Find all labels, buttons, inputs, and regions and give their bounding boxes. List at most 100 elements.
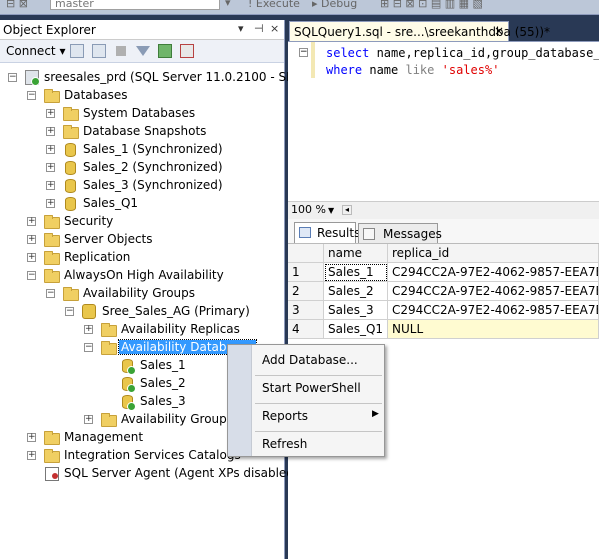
expand-icon[interactable]: + — [46, 109, 55, 118]
collapse-icon[interactable]: − — [46, 289, 55, 298]
tree-node-server[interactable]: − sreesales_prd (SQL Server 11.0.2100 - … — [0, 69, 325, 87]
expand-icon[interactable]: + — [27, 433, 36, 442]
expand-icon[interactable]: + — [46, 181, 55, 190]
expand-icon[interactable]: + — [84, 415, 93, 424]
expand-icon[interactable]: + — [27, 235, 36, 244]
execute-button[interactable]: ! Execute — [248, 0, 300, 10]
zoom-dropdown-icon[interactable]: ▼ — [328, 206, 334, 215]
editor-margin — [288, 42, 310, 202]
expand-icon[interactable]: + — [27, 217, 36, 226]
tab-sqlquery1[interactable]: SQLQuery1.sql - sre...\sreekanthdba (55)… — [289, 21, 550, 41]
activity-monitor-icon[interactable] — [180, 44, 194, 58]
tree-node-databases[interactable]: − Databases — [0, 87, 284, 105]
tree-node-system-databases[interactable]: + System Databases — [0, 105, 284, 123]
tab-messages[interactable]: Messages — [358, 223, 442, 243]
collapse-icon[interactable]: − — [65, 307, 74, 316]
expand-icon[interactable]: + — [46, 199, 55, 208]
folder-icon — [101, 413, 117, 427]
folder-icon — [44, 89, 60, 103]
cell-replica-id[interactable]: C294CC2A-97E2-4062-9857-EEA7EF32016 — [388, 263, 599, 282]
folder-icon — [44, 251, 60, 265]
connect-icon[interactable] — [70, 44, 84, 58]
pin-icon[interactable]: ⊣ — [254, 22, 264, 35]
keyword-select: select — [326, 46, 370, 60]
row-number[interactable]: 3 — [288, 301, 324, 320]
database-selector[interactable]: master — [50, 0, 220, 10]
expand-icon[interactable]: + — [46, 127, 55, 136]
server-icon — [25, 70, 40, 86]
cell-name[interactable]: Sales_1 — [324, 263, 388, 282]
menu-item-refresh[interactable]: Refresh — [251, 433, 384, 455]
collapse-icon[interactable]: − — [27, 91, 36, 100]
expand-icon[interactable]: + — [27, 451, 36, 460]
tab-title: SQLQuery1.sql - sre...\sreekanthdba (55)… — [294, 25, 551, 39]
cell-name[interactable]: Sales_3 — [324, 301, 388, 320]
dropdown-arrow-icon[interactable]: ▾ — [225, 0, 231, 9]
keyword-where: where — [326, 63, 363, 77]
tree-node-availability-groups[interactable]: − Availability Groups — [0, 285, 284, 303]
collapse-icon[interactable]: − — [84, 343, 93, 352]
connect-button[interactable]: Connect ▾ — [6, 44, 65, 58]
tree-node-sales-1[interactable]: + Sales_1 (Synchronized) — [0, 141, 284, 159]
tree-node-server-objects[interactable]: + Server Objects — [0, 231, 284, 249]
tree-node-alwayson[interactable]: − AlwaysOn High Availability — [0, 267, 284, 285]
expand-icon[interactable]: + — [84, 325, 93, 334]
collapse-icon[interactable]: − — [8, 73, 17, 82]
folder-icon — [63, 125, 79, 139]
tree-node-security[interactable]: + Security — [0, 213, 284, 231]
debug-button[interactable]: ▸ Debug — [312, 0, 357, 10]
menu-item-label: Reports — [262, 409, 309, 423]
tree-node-sales-2[interactable]: + Sales_2 (Synchronized) — [0, 159, 284, 177]
stop-icon[interactable] — [116, 46, 126, 56]
close-tab-icon[interactable]: × — [494, 24, 504, 38]
connect-label: Connect — [6, 44, 56, 58]
tree-node-replication[interactable]: + Replication — [0, 249, 284, 267]
menu-item-start-powershell[interactable]: Start PowerShell — [251, 377, 384, 399]
row-number[interactable]: 1 — [288, 263, 324, 282]
refresh-icon[interactable] — [158, 44, 172, 58]
scroll-left-icon[interactable]: ◂ — [342, 205, 352, 215]
tree-node-sql-agent[interactable]: SQL Server Agent (Agent XPs disabled) — [0, 465, 299, 483]
expand-icon[interactable]: + — [46, 163, 55, 172]
menu-item-reports[interactable]: Reports ▶ — [251, 405, 384, 427]
tree-node-database-snapshots[interactable]: + Database Snapshots — [0, 123, 284, 141]
row-number[interactable]: 2 — [288, 282, 324, 301]
cell-name[interactable]: Sales_Q1 — [324, 320, 388, 339]
context-menu: Add Database... Start PowerShell Reports… — [227, 344, 385, 457]
query-editor[interactable]: − select name,replica_id,group_database_… — [288, 41, 599, 202]
column-header-name[interactable]: name — [324, 244, 388, 263]
tree-node-sales-3[interactable]: + Sales_3 (Synchronized) — [0, 177, 284, 195]
collapse-icon[interactable]: − — [27, 271, 36, 280]
menu-item-add-database[interactable]: Add Database... — [251, 349, 384, 371]
tree-node-ag-primary[interactable]: − Sree_Sales_AG (Primary) — [0, 303, 284, 321]
toolbar-icons[interactable]: ⊟ ⊠ — [6, 0, 28, 10]
disconnect-icon[interactable] — [92, 44, 106, 58]
expand-icon[interactable]: + — [46, 145, 55, 154]
expand-icon[interactable]: + — [27, 253, 36, 262]
menu-item-label: Start PowerShell — [262, 381, 361, 395]
zoom-level[interactable]: 100 % — [291, 203, 326, 216]
outline-collapse-icon[interactable]: − — [299, 48, 308, 57]
filter-icon[interactable] — [136, 46, 150, 56]
close-icon[interactable]: × — [270, 22, 279, 35]
column-header-replica-id[interactable]: replica_id — [388, 244, 599, 263]
tab-results[interactable]: Results — [294, 222, 360, 243]
tree-node-sales-q1[interactable]: + Sales_Q1 — [0, 195, 284, 213]
object-explorer-toolbar: Connect ▾ — [0, 40, 284, 63]
management-label: Management — [64, 430, 144, 444]
toolbar-right-icons[interactable]: ⊞ ⊟ ⊠ ⊡ ▤ ▥ ▦ ▧ — [380, 0, 483, 10]
cell-replica-id[interactable]: C294CC2A-97E2-4062-9857-EEA7EF32016 — [388, 282, 599, 301]
cell-name[interactable]: Sales_2 — [324, 282, 388, 301]
ag-primary-label: Sree_Sales_AG (Primary) — [102, 304, 250, 318]
cell-replica-id[interactable]: NULL — [388, 320, 599, 339]
database-icon — [65, 197, 76, 211]
alwayson-label: AlwaysOn High Availability — [64, 268, 224, 282]
server-objects-label: Server Objects — [64, 232, 153, 246]
cell-replica-id[interactable]: C294CC2A-97E2-4062-9857-EEA7EF32016 — [388, 301, 599, 320]
panel-menu-icon[interactable]: ▾ — [238, 22, 244, 35]
tree-node-availability-replicas[interactable]: + Availability Replicas — [0, 321, 284, 339]
database-icon — [122, 377, 136, 393]
row-number[interactable]: 4 — [288, 320, 324, 339]
system-databases-label: System Databases — [83, 106, 196, 120]
code-line-1: select name,replica_id,group_database_i — [326, 46, 599, 60]
